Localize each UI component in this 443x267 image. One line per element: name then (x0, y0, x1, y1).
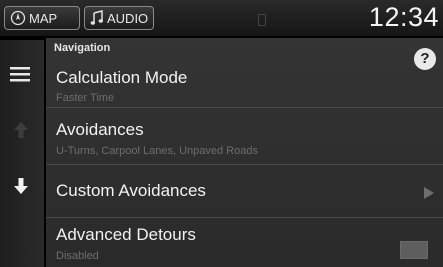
toggle-checkbox[interactable] (400, 241, 428, 259)
top-status-bar: MAP AUDIO 12:34 (0, 0, 443, 36)
scroll-up-icon (14, 122, 28, 143)
list-item-value: Disabled (56, 250, 99, 262)
section-title: Navigation (54, 42, 111, 54)
clock: 12:34 (368, 2, 439, 32)
list-item-label: Avoidances (56, 120, 144, 139)
list-item-value: U-Turns, Carpool Lanes, Unpaved Roads (56, 145, 258, 157)
audio-button-label: AUDIO (107, 10, 149, 26)
list-item-label: Calculation Mode (56, 68, 188, 87)
status-indicator-icon (258, 14, 266, 26)
list-item-custom-avoidances[interactable]: Custom Avoidances (46, 166, 443, 218)
list-item-advanced-detours[interactable]: Advanced Detours Disabled (46, 219, 443, 267)
chevron-right-icon (424, 186, 434, 204)
scroll-down-icon[interactable] (14, 178, 28, 199)
list-item-value: Faster Time (56, 92, 115, 104)
compass-icon (10, 10, 26, 26)
list-item-calculation-mode[interactable]: Calculation Mode Faster Time (46, 60, 443, 108)
list-item-label: Advanced Detours (56, 225, 196, 244)
music-note-icon (90, 10, 104, 26)
list-item-label: Custom Avoidances (56, 181, 206, 200)
list-item-avoidances[interactable]: Avoidances U-Turns, Carpool Lanes, Unpav… (46, 110, 443, 165)
map-button[interactable]: MAP (4, 6, 80, 30)
settings-panel: Navigation ? Calculation Mode Faster Tim… (46, 38, 443, 267)
map-button-label: MAP (29, 10, 58, 26)
sidebar (0, 40, 44, 267)
audio-button[interactable]: AUDIO (84, 6, 154, 30)
menu-icon[interactable] (10, 66, 30, 87)
